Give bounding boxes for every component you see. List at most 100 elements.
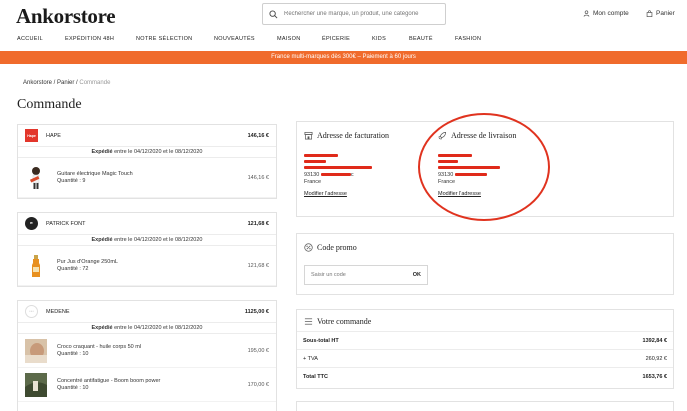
nav-item-selection[interactable]: NOTRE SÉLECTION [136,36,192,42]
shipping-info: Expédié entre le 04/12/2020 et le 08/12/… [18,323,276,334]
brand-name: PATRICK FONT [46,220,86,227]
brand-total: 1125,00 € [244,308,269,315]
account-link[interactable]: Mon compte [583,10,629,17]
nav-item-fashion[interactable]: FASHION [455,36,481,42]
billing-postcode: 93130 [304,172,320,178]
product-name: Concentré antifatigue - Boom boom power [57,377,161,384]
nav-item-nouveautes[interactable]: NOUVEAUTÉS [214,36,255,42]
product-quantity: Quantité : 9 [57,177,86,184]
vat-value: 260,92 € [645,356,667,362]
brand-name: MEDENE [46,308,70,315]
logo[interactable]: Ankorstore [16,4,116,29]
list-item[interactable]: Concentré antifatigue - Boom boom power … [18,368,276,402]
delivery-address: 93130 France Modifier l'adresse [438,154,548,198]
redacted-city [454,173,487,176]
cart-link[interactable]: Panier [646,10,675,17]
product-image [32,254,40,277]
subtotal-value: 1392,84 € [642,338,667,344]
brand-name: HAPE [46,132,61,139]
next-panel [296,401,674,411]
promo-heading: Code promo [304,243,357,252]
percent-icon [304,243,313,252]
nav-item-accueil[interactable]: ACCUEIL [17,36,43,42]
delivery-heading: Adresse de livraison [438,131,516,140]
delivery-country: France [438,179,456,185]
address-panel: Adresse de facturation 93130 c France Mo… [296,121,674,217]
total-row: Total TTC 1653,76 € [297,367,673,386]
redacted-city [320,173,351,176]
delivery-postcode: 93130 [438,172,454,178]
subtotal-label: Sous-total HT [303,338,339,344]
brand-header[interactable]: PF PATRICK FONT 121,68 € [18,213,276,235]
product-quantity: Quantité : 10 [57,350,89,357]
product-image [29,166,40,189]
nav-item-expedition[interactable]: EXPÉDITION 48H [65,36,114,42]
page-title: Commande [17,97,82,112]
cart-label: Panier [656,10,675,17]
promo-panel: Code promo OK [296,233,674,295]
edit-billing-link[interactable]: Modifier l'adresse [304,191,347,197]
breadcrumb-cart[interactable]: Panier [57,80,74,86]
nav-item-beaute[interactable]: BEAUTÉ [409,36,433,42]
redacted-line [304,160,326,163]
promo-banner: France multi-marques dès 300€ – Paiement… [0,51,687,64]
total-label: Total TTC [303,374,328,380]
search-bar[interactable] [262,3,446,25]
order-panel-hape: Hape HAPE 146,16 € Expédié entre le 04/1… [17,124,277,199]
brand-header[interactable]: Hape HAPE 146,16 € [18,125,276,147]
list-item[interactable]: Croco craquant - huile corps 50 ml Quant… [18,334,276,368]
order-panel-medene: • • • MEDENE 1125,00 € Expédié entre le … [17,300,277,411]
breadcrumb-current: Commande [79,80,111,86]
bag-icon [646,10,653,17]
product-price: 195,00 € [247,347,269,354]
brand-logo: • • • [25,305,38,318]
product-name: Croco craquant - huile corps 50 ml [57,343,142,350]
redacted-street [438,166,500,169]
breadcrumb: Ankorstore / Panier / Commande [23,80,111,86]
list-item[interactable]: Guitare électrique Magic Touch Quantité … [18,158,276,198]
vat-row: + TVA 260,92 € [297,349,673,368]
breadcrumb-home[interactable]: Ankorstore [23,80,52,86]
promo-ok-button[interactable]: OK [413,272,421,278]
nav-item-kids[interactable]: KIDS [372,36,386,42]
store-icon [304,131,313,140]
user-icon [583,10,590,17]
search-icon [269,9,278,18]
vat-label: + TVA [303,356,318,362]
billing-heading: Adresse de facturation [304,131,389,140]
product-quantity: Quantité : 72 [57,265,89,272]
order-summary-panel: Votre commande Sous-total HT 1392,84 € +… [296,309,674,389]
brand-total: 146,16 € [247,132,269,139]
brand-total: 121,68 € [247,220,269,227]
list-icon [304,318,313,325]
product-name: Guitare électrique Magic Touch [57,170,133,177]
product-name: Pur Jus d'Orange 250mL [57,258,118,265]
brand-logo: PF [25,217,38,230]
list-item[interactable]: Pur Jus d'Orange 250mL Quantité : 72 121… [18,246,276,286]
brand-header[interactable]: • • • MEDENE 1125,00 € [18,301,276,323]
main-nav: ACCUEIL EXPÉDITION 48H NOTRE SÉLECTION N… [0,33,687,47]
summary-heading: Votre commande [304,317,371,326]
edit-delivery-link[interactable]: Modifier l'adresse [438,191,481,197]
promo-code-input[interactable] [311,272,413,278]
nav-item-maison[interactable]: MAISON [277,36,301,42]
product-price: 121,68 € [247,262,269,269]
shipping-info: Expédié entre le 04/12/2020 et le 08/12/… [18,147,276,158]
nav-item-epicerie[interactable]: ÉPICERIE [322,36,350,42]
shipping-info: Expédié entre le 04/12/2020 et le 08/12/… [18,235,276,246]
rocket-icon [438,131,447,140]
brand-logo: Hape [25,129,38,142]
product-price: 170,00 € [247,381,269,388]
product-price: 146,16 € [247,174,269,181]
redacted-line [438,160,458,163]
order-panel-patrick-font: PF PATRICK FONT 121,68 € Expédié entre l… [17,212,277,287]
product-quantity: Quantité : 10 [57,384,89,391]
redacted-street [304,166,372,169]
subtotal-row: Sous-total HT 1392,84 € [297,331,673,350]
redacted-name [304,154,338,157]
product-image [25,372,47,397]
search-input[interactable] [284,11,444,17]
redacted-name [438,154,472,157]
product-image [25,338,47,363]
total-value: 1653,76 € [642,374,667,380]
